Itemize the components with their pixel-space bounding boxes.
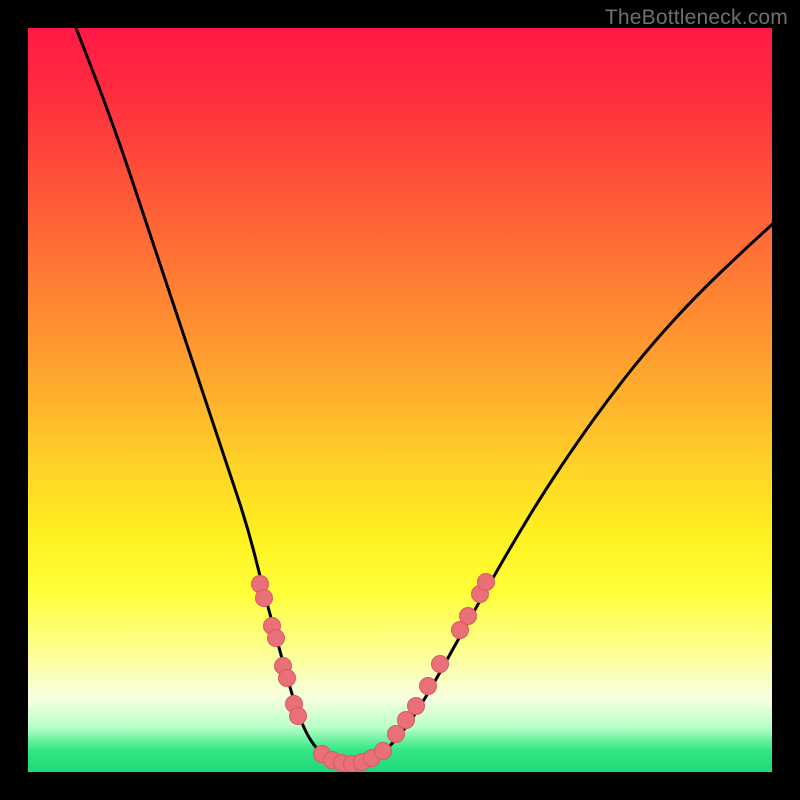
data-dot — [398, 712, 415, 729]
data-dot — [268, 630, 285, 647]
data-dot — [478, 574, 495, 591]
data-dots — [252, 574, 495, 773]
data-dot — [256, 590, 273, 607]
bottleneck-curve — [68, 28, 772, 766]
data-dot — [388, 726, 405, 743]
data-dot — [408, 698, 425, 715]
data-dot — [375, 743, 392, 760]
chart-frame: TheBottleneck.com — [0, 0, 800, 800]
chart-svg — [28, 28, 772, 772]
data-dot — [460, 608, 477, 625]
data-dot — [290, 708, 307, 725]
plot-area — [28, 28, 772, 772]
data-dot — [420, 678, 437, 695]
data-dot — [279, 670, 296, 687]
watermark-text: TheBottleneck.com — [605, 6, 788, 30]
data-dot — [432, 656, 449, 673]
